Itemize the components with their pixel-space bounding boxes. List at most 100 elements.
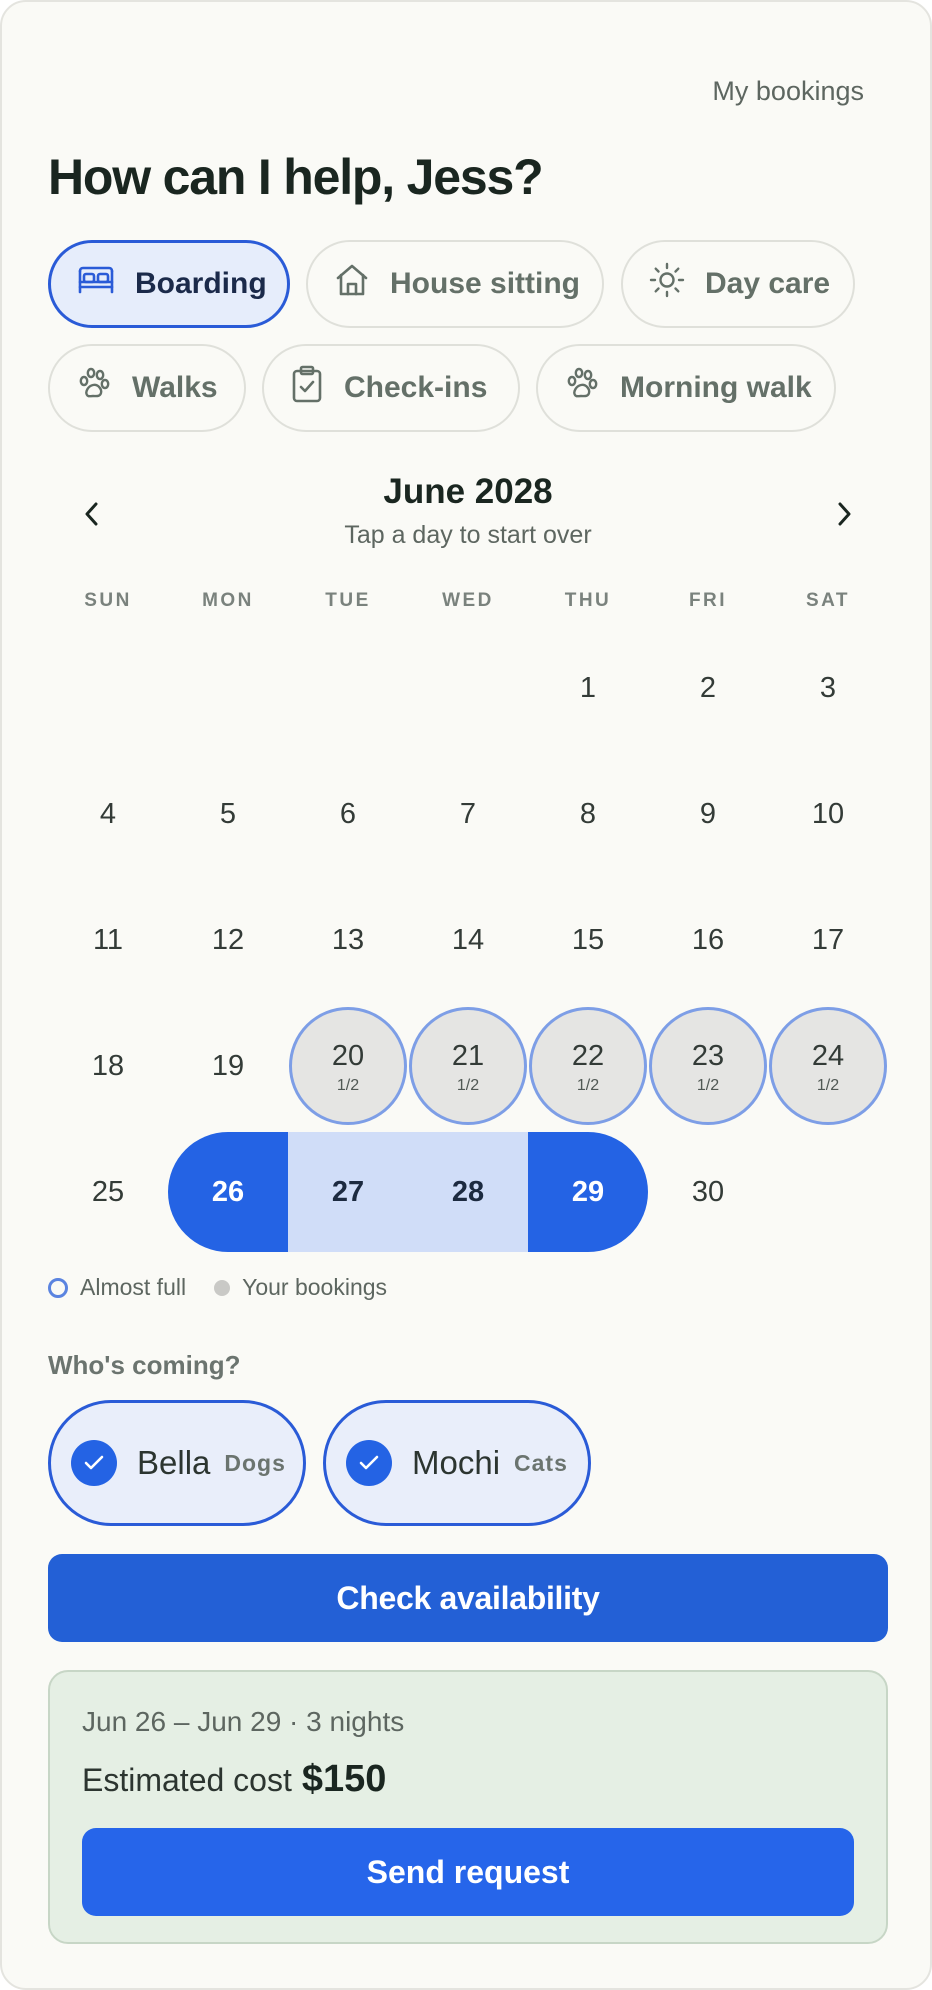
day-number: 2 (699, 671, 717, 704)
calendar-day-19[interactable]: 19 (168, 1006, 288, 1126)
calendar-day-11[interactable]: 11 (48, 880, 168, 1000)
calendar-day-9[interactable]: 9 (648, 754, 768, 874)
day-number: 1 (579, 671, 597, 704)
day-number: 18 (91, 1049, 125, 1082)
day-number: 15 (571, 923, 605, 956)
paw-icon (76, 366, 112, 410)
pet-name: Bella (137, 1444, 211, 1481)
weekday-label: SUN (84, 590, 132, 611)
calendar-day-6[interactable]: 6 (288, 754, 408, 874)
day-number: 19 (211, 1049, 245, 1082)
day-number: 9 (699, 797, 717, 830)
weekday-label: FRI (688, 590, 728, 611)
house-icon (334, 262, 370, 306)
check-availability-button[interactable]: Check availability (48, 1554, 888, 1642)
weekday-label: THU (564, 590, 612, 611)
calendar-day-10[interactable]: 10 (768, 754, 888, 874)
your-bookings-legend-label: Your bookings (242, 1274, 388, 1300)
page-title: How can I help, Jess? (48, 149, 544, 205)
day-number: 10 (811, 797, 845, 830)
day-number: 8 (579, 797, 597, 830)
calendar-day-28[interactable]: 28 (408, 1132, 528, 1252)
calendar-day-2[interactable]: 2 (648, 628, 768, 748)
pet-type: Dogs (224, 1449, 286, 1476)
day-number: 16 (691, 923, 725, 956)
day-number: 12 (211, 923, 245, 956)
my-bookings-link[interactable]: My bookings (712, 76, 864, 107)
weekday-label: SAT (805, 590, 851, 611)
calendar-day-23[interactable]: 23 1/2 (648, 1006, 768, 1126)
day-number: 29 (571, 1175, 605, 1208)
service-chip-check-ins[interactable]: Check-ins (262, 344, 520, 432)
calendar-day-18[interactable]: 18 (48, 1006, 168, 1126)
calendar-day-20[interactable]: 20 1/2 (288, 1006, 408, 1126)
cost-amount: $150 (301, 1758, 387, 1800)
day-number: 6 (339, 797, 357, 830)
month-subtitle: Tap a day to start over (344, 521, 592, 549)
pets-heading: Who's coming? (48, 1350, 241, 1380)
service-chip-boarding[interactable]: Boarding (48, 240, 290, 328)
pet-name: Mochi (412, 1444, 501, 1481)
day-number: 22 (571, 1039, 605, 1072)
service-label: Morning walk (620, 371, 812, 404)
calendar-day-1[interactable]: 1 (528, 628, 648, 748)
calendar-day-16[interactable]: 16 (648, 880, 768, 1000)
day-number: 28 (451, 1175, 485, 1208)
day-number: 11 (92, 923, 124, 956)
booking-summary: Jun 26 – Jun 29 · 3 nights Estimated cos… (48, 1670, 888, 1944)
calendar-day-15[interactable]: 15 (528, 880, 648, 1000)
cost-label: Estimated cost (82, 1762, 292, 1798)
calendar-day-27[interactable]: 27 (288, 1132, 408, 1252)
day-number: 30 (691, 1175, 725, 1208)
pet-chip-mochi[interactable]: Mochi Cats (323, 1400, 591, 1526)
service-chip-morning-walk[interactable]: Morning walk (536, 344, 836, 432)
day-number: 3 (819, 671, 837, 704)
calendar-day-24[interactable]: 24 1/2 (768, 1006, 888, 1126)
calendar-day-3[interactable]: 3 (768, 628, 888, 748)
day-capacity: 1/2 (696, 1076, 720, 1094)
send-request-button[interactable]: Send request (82, 1828, 854, 1916)
service-chip-day-care[interactable]: Day care (621, 240, 855, 328)
day-number: 20 (331, 1039, 365, 1072)
service-label: House sitting (390, 267, 581, 300)
service-label: Check-ins (344, 371, 488, 404)
service-chip-walks[interactable]: Walks (48, 344, 246, 432)
calendar-day-30[interactable]: 30 (648, 1132, 768, 1252)
booking-card: My bookings How can I help, Jess? Boardi… (0, 0, 932, 1990)
day-number: 26 (211, 1175, 245, 1208)
day-number: 5 (219, 797, 237, 830)
almost-full-legend-icon (48, 1277, 68, 1298)
summary-dates: Jun 26 – Jun 29 · 3 nights (82, 1706, 405, 1737)
next-month-button[interactable] (822, 494, 866, 538)
calendar-day-22[interactable]: 22 1/2 (528, 1006, 648, 1126)
calendar-day-7[interactable]: 7 (408, 754, 528, 874)
almost-full-legend-label: Almost full (80, 1274, 187, 1300)
pet-type: Cats (514, 1449, 568, 1476)
day-number: 14 (451, 923, 485, 956)
calendar-day-17[interactable]: 17 (768, 880, 888, 1000)
day-capacity: 1/2 (576, 1076, 600, 1094)
check-icon (346, 1440, 392, 1486)
pet-chip-bella[interactable]: Bella Dogs (48, 1400, 306, 1526)
your-bookings-legend-icon (214, 1279, 231, 1296)
calendar-day-12[interactable]: 12 (168, 880, 288, 1000)
calendar-day-21[interactable]: 21 1/2 (408, 1006, 528, 1126)
day-capacity: 1/2 (336, 1076, 360, 1094)
calendar-day-13[interactable]: 13 (288, 880, 408, 1000)
calendar-day-14[interactable]: 14 (408, 880, 528, 1000)
calendar-day-29[interactable]: 29 (528, 1132, 648, 1252)
day-number: 13 (331, 923, 365, 956)
calendar-day-8[interactable]: 8 (528, 754, 648, 874)
estimated-cost: Estimated cost $150 (82, 1758, 386, 1801)
day-capacity: 1/2 (456, 1076, 480, 1094)
calendar-day-26[interactable]: 26 (168, 1132, 288, 1252)
day-number: 27 (331, 1175, 365, 1208)
weekday-label: MON (202, 590, 254, 611)
clipboard-check-icon (290, 365, 324, 411)
service-chip-house-sitting[interactable]: House sitting (306, 240, 604, 328)
calendar-day-4[interactable]: 4 (48, 754, 168, 874)
weekday-label: TUE (325, 590, 371, 611)
day-number: 25 (91, 1175, 125, 1208)
calendar-day-5[interactable]: 5 (168, 754, 288, 874)
calendar-day-25[interactable]: 25 (48, 1132, 168, 1252)
